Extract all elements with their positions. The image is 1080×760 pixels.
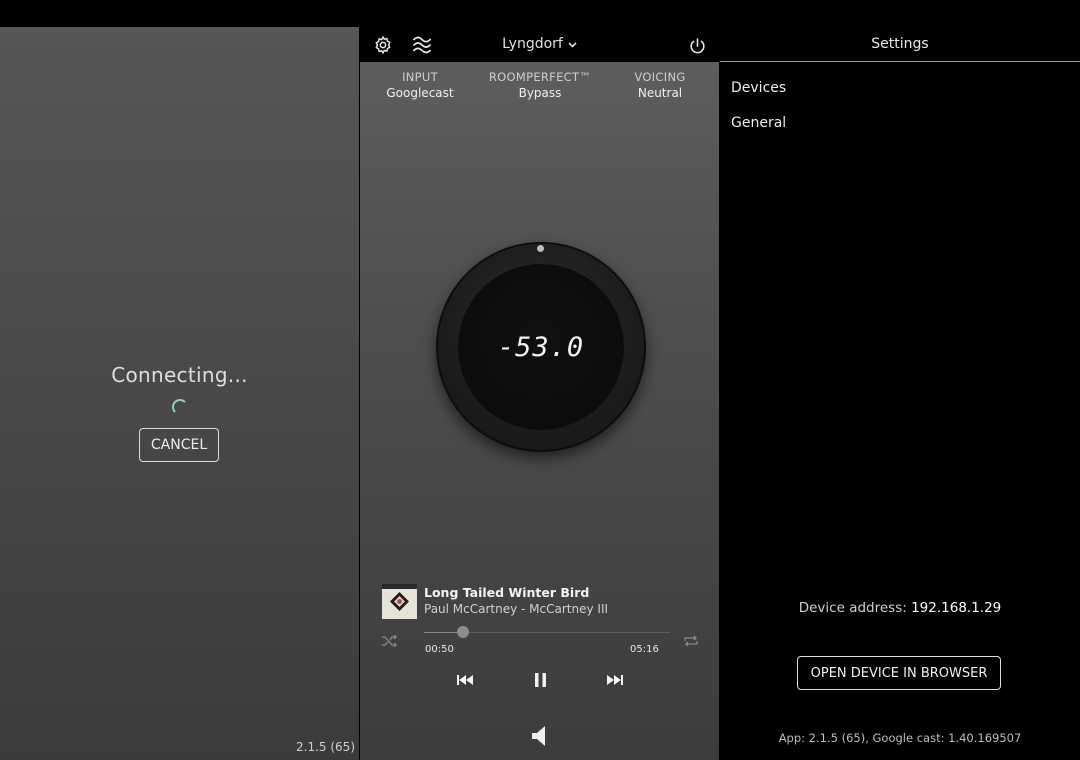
volume-knob[interactable]: -53.0	[436, 242, 646, 452]
shuffle-icon[interactable]	[380, 634, 398, 648]
track-title: Long Tailed Winter Bird	[424, 585, 590, 600]
device-selector[interactable]: Lyngdorf	[360, 36, 719, 52]
track-artist-album: Paul McCartney - McCartney III	[424, 602, 609, 616]
device-address-label: Device address:	[798, 600, 907, 616]
device-name: Lyngdorf	[502, 36, 563, 52]
repeat-icon[interactable]	[682, 634, 700, 648]
status-voicing-label: VOICING	[634, 70, 686, 84]
device-address: Device address: 192.168.1.29	[720, 600, 1080, 616]
status-input[interactable]: INPUT Googlecast	[365, 70, 475, 100]
chevron-down-icon	[568, 36, 577, 52]
player-screen: Lyngdorf INPUT Googlecast ROOMPERFECT™ B…	[360, 0, 719, 760]
progress-thumb[interactable]	[457, 626, 470, 638]
status-voicing[interactable]: VOICING Neutral	[605, 70, 715, 100]
settings-title: Settings	[871, 36, 929, 52]
pause-icon[interactable]	[531, 670, 549, 690]
elapsed-time: 00:50	[425, 644, 454, 655]
power-icon[interactable]	[686, 35, 708, 57]
next-icon[interactable]	[605, 672, 625, 688]
status-voicing-value: Neutral	[637, 86, 683, 100]
menu-item-devices[interactable]: Devices	[731, 80, 786, 96]
album-art	[382, 584, 417, 619]
cancel-button[interactable]: CANCEL	[139, 428, 219, 462]
volume-knob-indicator	[537, 245, 544, 252]
status-roomperfect-value: Bypass	[518, 86, 562, 100]
volume-readout: -53.0	[497, 332, 585, 363]
settings-divider	[720, 61, 1080, 62]
menu-item-general[interactable]: General	[731, 115, 786, 131]
speaker-icon[interactable]	[529, 725, 551, 747]
progress-bar[interactable]	[424, 626, 670, 638]
app-version: 2.1.5 (65)	[296, 740, 355, 754]
settings-screen: Settings Devices General Device address:…	[720, 0, 1080, 760]
status-input-label: INPUT	[402, 70, 438, 84]
previous-icon[interactable]	[455, 672, 475, 688]
status-roomperfect-label: ROOMPERFECT™	[488, 70, 592, 84]
connecting-status-text: Connecting...	[111, 363, 248, 387]
status-input-value: Googlecast	[386, 86, 454, 100]
open-device-in-browser-button[interactable]: OPEN DEVICE IN BROWSER	[797, 656, 1001, 690]
device-address-value: 192.168.1.29	[911, 600, 1002, 616]
app-version-footer: App: 2.1.5 (65), Google cast: 1.40.16950…	[778, 731, 1022, 745]
loading-spinner-icon	[172, 399, 188, 415]
connecting-background	[0, 27, 359, 760]
track-duration: 05:16	[630, 644, 659, 655]
connecting-screen: Connecting... CANCEL 2.1.5 (65)	[0, 0, 359, 760]
status-roomperfect[interactable]: ROOMPERFECT™ Bypass	[485, 70, 595, 100]
